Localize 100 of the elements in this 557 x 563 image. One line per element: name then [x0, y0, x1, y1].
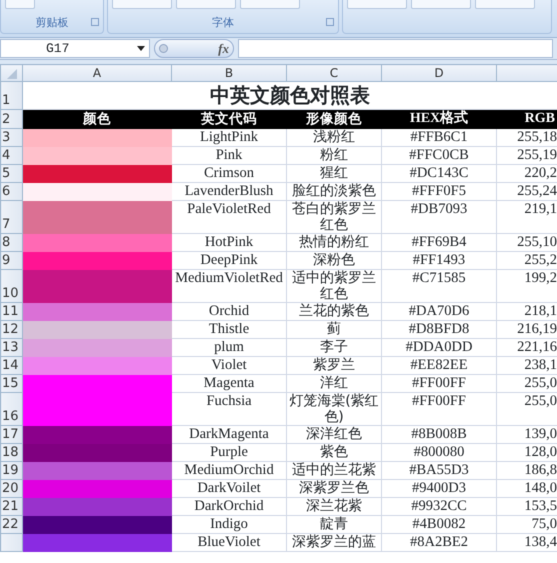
hex-code: #4B0082 [382, 516, 496, 534]
chinese-name: 灯笼海棠(紫红色) [286, 392, 382, 426]
rgb-value: 138,4 [496, 534, 557, 552]
hex-code: #FFB6C1 [382, 128, 496, 146]
row-header[interactable]: 2 [0, 110, 22, 128]
column-header[interactable]: D [382, 64, 496, 82]
chinese-name: 浅粉红 [286, 128, 382, 146]
hex-code: #8B008B [382, 426, 496, 444]
rgb-value: 153,5 [496, 498, 557, 516]
hex-code: #DA70D6 [382, 302, 496, 320]
rgb-value: 255,2 [496, 252, 557, 270]
english-name: Purple [172, 444, 286, 462]
row-header[interactable]: 4 [0, 146, 22, 164]
rgb-value: 220,2 [496, 164, 557, 182]
hex-code: #FF00FF [382, 392, 496, 426]
chinese-name: 热情的粉红 [286, 234, 382, 252]
hex-code: #FF69B4 [382, 234, 496, 252]
hex-code: #FFC0CB [382, 146, 496, 164]
row-header[interactable]: 13 [0, 338, 22, 356]
row-header[interactable]: 1 [0, 82, 22, 110]
row-header[interactable]: 17 [0, 426, 22, 444]
row-header[interactable]: 18 [0, 444, 22, 462]
hex-code: #DC143C [382, 164, 496, 182]
english-name: PaleVioletRed [172, 200, 286, 234]
row-header[interactable]: 22 [0, 516, 22, 534]
english-name: MediumVioletRed [172, 270, 286, 302]
column-header[interactable]: A [22, 64, 172, 82]
row-header[interactable]: 14 [0, 356, 22, 374]
english-name: Indigo [172, 516, 286, 534]
ribbon-control[interactable] [112, 0, 172, 9]
chinese-name: 粉红 [286, 146, 382, 164]
name-box[interactable]: G17 [0, 39, 150, 58]
chinese-name: 深紫罗兰色 [286, 480, 382, 498]
english-name: LavenderBlush [172, 182, 286, 200]
dropdown-caret-icon[interactable] [137, 46, 145, 51]
row-header[interactable]: 21 [0, 498, 22, 516]
row-header[interactable]: 19 [0, 462, 22, 480]
row-header[interactable]: 10 [0, 270, 22, 302]
rgb-value: 219,1 [496, 200, 557, 234]
hex-code: #D8BFD8 [382, 320, 496, 338]
row-header[interactable]: 9 [0, 252, 22, 270]
chinese-name: 紫色 [286, 444, 382, 462]
hex-code: #BA55D3 [382, 462, 496, 480]
row-header[interactable]: 15 [0, 374, 22, 392]
english-name: HotPink [172, 234, 286, 252]
ribbon-control[interactable] [176, 0, 236, 9]
chinese-name: 深兰花紫 [286, 498, 382, 516]
row-header[interactable]: 8 [0, 234, 22, 252]
english-name: plum [172, 338, 286, 356]
english-name: DarkMagenta [172, 426, 286, 444]
english-name: DarkVoilet [172, 480, 286, 498]
handle-icon[interactable] [159, 44, 168, 53]
hex-code: #FF00FF [382, 374, 496, 392]
hex-code: #DB7093 [382, 200, 496, 234]
hex-code: #FF1493 [382, 252, 496, 270]
hex-code: #FFF0F5 [382, 182, 496, 200]
english-name: LightPink [172, 128, 286, 146]
hex-code: #DDA0DD [382, 338, 496, 356]
row-header[interactable]: 12 [0, 320, 22, 338]
rgb-value: 255,0 [496, 392, 557, 426]
rgb-value: 238,1 [496, 356, 557, 374]
chinese-name: 苍白的紫罗兰红色 [286, 200, 382, 234]
row-header[interactable]: 3 [0, 128, 22, 146]
chinese-name: 蓟 [286, 320, 382, 338]
rgb-value: 255,24 [496, 182, 557, 200]
chinese-name: 深粉色 [286, 252, 382, 270]
rgb-value: 218,1 [496, 302, 557, 320]
column-header[interactable]: C [286, 64, 382, 82]
ribbon-control[interactable] [347, 0, 407, 9]
dialog-launcher-icon[interactable] [91, 18, 99, 26]
chinese-name: 深洋红色 [286, 426, 382, 444]
english-name: Thistle [172, 320, 286, 338]
ribbon-control[interactable] [411, 0, 471, 9]
row-header[interactable]: 6 [0, 182, 22, 200]
row-header[interactable]: 7 [0, 200, 22, 234]
ribbon-control[interactable] [240, 0, 300, 9]
rgb-value: 139,0 [496, 426, 557, 444]
column-header[interactable]: B [172, 64, 286, 82]
row-header[interactable]: 16 [0, 392, 22, 426]
group-label: 剪贴板 [36, 17, 68, 29]
formula-input[interactable] [238, 39, 553, 58]
row-header[interactable]: 20 [0, 480, 22, 498]
ribbon-control[interactable] [475, 0, 535, 9]
chinese-name: 适中的兰花紫 [286, 462, 382, 480]
column-heading: HEX格式 [382, 110, 496, 128]
dialog-launcher-icon[interactable] [326, 18, 334, 26]
row-header[interactable]: 5 [0, 164, 22, 182]
hex-code: #800080 [382, 444, 496, 462]
ribbon-control[interactable] [5, 0, 35, 9]
rgb-value: 255,10 [496, 234, 557, 252]
select-all-button[interactable] [0, 64, 22, 82]
english-name: Magenta [172, 374, 286, 392]
rgb-value: 255,18 [496, 128, 557, 146]
row-header[interactable]: 11 [0, 302, 22, 320]
english-name: Crimson [172, 164, 286, 182]
rgb-value: 75,0 [496, 516, 557, 534]
insert-function-button[interactable]: fx [218, 38, 229, 58]
hex-code: #C71585 [382, 270, 496, 302]
chinese-name: 洋红 [286, 374, 382, 392]
chinese-name: 紫罗兰 [286, 356, 382, 374]
